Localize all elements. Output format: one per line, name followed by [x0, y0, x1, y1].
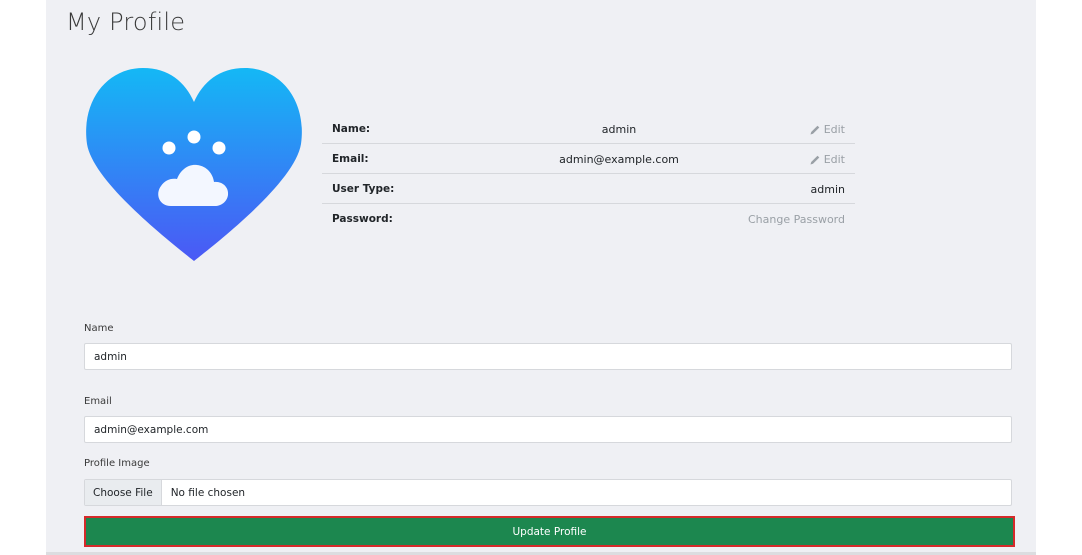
change-password-link[interactable]: Change Password [748, 213, 845, 226]
file-status: No file chosen [170, 486, 246, 499]
edit-label: Edit [823, 153, 845, 166]
name-field-label: Name [84, 323, 114, 334]
info-label: User Type: [332, 183, 395, 195]
info-label: Email: [332, 153, 369, 165]
email-field-label: Email [84, 396, 112, 407]
edit-email-link[interactable]: Edit [809, 153, 845, 166]
info-label: Password: [332, 213, 393, 225]
pencil-icon [810, 155, 819, 164]
profile-panel: My Profile Name: admin Edit Email: admin… [46, 0, 1036, 555]
heart-paw-icon [86, 68, 302, 261]
profile-image-label: Profile Image [84, 458, 150, 469]
profile-image-input[interactable]: Choose File No file chosen [84, 479, 1012, 506]
update-profile-button[interactable]: Update Profile [84, 516, 1015, 547]
choose-file-button[interactable]: Choose File [85, 480, 162, 505]
edit-name-link[interactable]: Edit [809, 123, 845, 136]
info-value: admin@example.com [559, 153, 679, 166]
avatar [86, 68, 302, 261]
user-type-value: admin [810, 183, 845, 196]
page-title: My Profile [66, 8, 186, 36]
info-label: Name: [332, 123, 371, 135]
info-row-user-type: User Type: admin [322, 174, 855, 204]
email-input[interactable] [84, 416, 1012, 443]
profile-info-table: Name: admin Edit Email: admin@example.co… [322, 114, 855, 233]
pencil-icon [810, 125, 819, 134]
name-input[interactable] [84, 343, 1012, 370]
info-row-email: Email: admin@example.com Edit [322, 144, 855, 174]
edit-label: Edit [823, 123, 845, 136]
info-row-password: Password: Change Password [322, 204, 855, 233]
info-row-name: Name: admin Edit [322, 114, 855, 144]
info-value: admin [601, 123, 637, 136]
